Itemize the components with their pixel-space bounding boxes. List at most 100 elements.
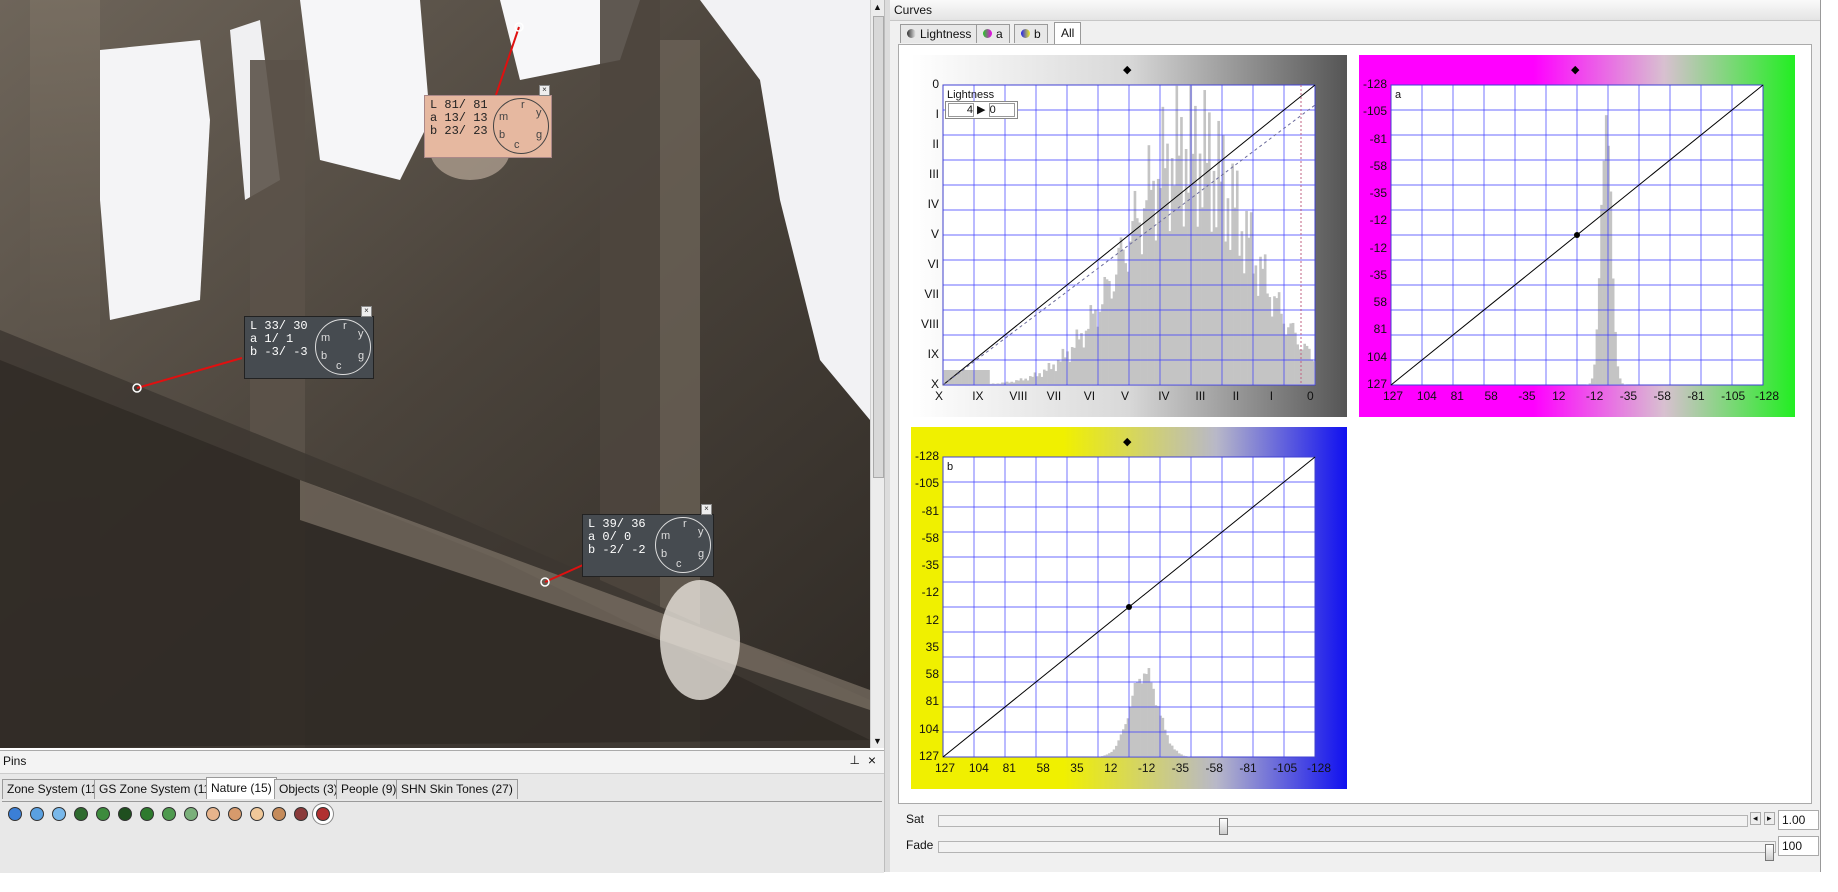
pin-icon[interactable]	[250, 807, 264, 821]
histogram-bar	[1154, 240, 1158, 385]
pin-icon[interactable]	[74, 807, 88, 821]
histogram-bar	[1135, 682, 1139, 757]
pin-icon[interactable]	[316, 807, 330, 821]
pin-icon[interactable]	[184, 807, 198, 821]
histogram-bar	[1094, 309, 1097, 385]
pin-readout-2[interactable]: × L 33/ 30 a 1/ 1 b -3/ -3 r m y g b c	[244, 306, 374, 379]
sat-label: Sat	[906, 812, 925, 826]
pin-icon[interactable]	[30, 807, 44, 821]
fade-label: Fade	[906, 838, 934, 852]
histogram-bar	[1294, 332, 1297, 385]
fade-slider-thumb[interactable]	[1765, 844, 1774, 861]
curve-graph[interactable]: ◆	[911, 427, 1347, 789]
histogram-bar	[1038, 373, 1041, 385]
histogram-bar	[1196, 226, 1200, 385]
pin-icon[interactable]	[272, 807, 286, 821]
y-tick-label: VI	[927, 257, 939, 271]
sat-decrement-icon[interactable]: ◂	[1750, 812, 1761, 825]
histogram-bar	[1087, 328, 1090, 385]
histogram-bar	[1115, 745, 1118, 757]
tab-zone-system[interactable]: Zone System (11)	[2, 779, 107, 799]
fade-slider[interactable]	[938, 841, 1776, 861]
lightness-output-value[interactable]: 0	[988, 103, 1015, 117]
pin-icon[interactable]	[8, 807, 22, 821]
histogram-bar	[1017, 380, 1021, 385]
y-tick-label: III	[928, 167, 939, 181]
tab-objects[interactable]: Objects (3)	[274, 779, 343, 799]
y-tick-label: -81	[1369, 131, 1387, 146]
pin-readout-1[interactable]: × L 81/ 81 a 13/ 13 b 23/ 23 r m y g b c	[424, 85, 552, 158]
histogram-bar	[1122, 729, 1125, 757]
fade-value[interactable]: 100	[1778, 836, 1819, 856]
tab-people[interactable]: People (9)	[336, 779, 402, 799]
histogram-bar	[1059, 361, 1062, 385]
sat-increment-icon[interactable]: ▸	[1764, 812, 1775, 825]
close-icon[interactable]: ×	[539, 85, 550, 96]
histogram-bar	[1001, 382, 1004, 385]
lightness-input-value[interactable]: 4	[948, 103, 974, 117]
sat-value[interactable]: 1.00	[1778, 810, 1819, 830]
color-dial-icon: r m y g b c	[315, 319, 371, 375]
tab-nature[interactable]: Nature (15)	[206, 777, 277, 799]
y-tick-label: V	[930, 227, 939, 241]
close-icon[interactable]: ×	[361, 306, 372, 317]
histogram-bar	[1291, 322, 1295, 385]
pin-icon[interactable]	[206, 807, 220, 821]
sat-slider[interactable]	[938, 815, 1748, 835]
histogram-bar	[1075, 329, 1079, 385]
histogram-bar	[1182, 226, 1186, 385]
pin-icon[interactable]	[294, 807, 308, 821]
histogram-bar	[1168, 231, 1172, 385]
tab-lightness[interactable]: Lightness	[900, 24, 979, 43]
scroll-down-arrow-icon[interactable]: ▼	[873, 736, 882, 746]
histogram-bar	[1105, 279, 1109, 385]
histogram-bar	[1259, 256, 1262, 385]
tab-b[interactable]: b	[1014, 24, 1048, 43]
close-icon[interactable]: ×	[701, 504, 712, 515]
histogram-bar	[1215, 227, 1218, 385]
panel-handle-icon: ◆	[1123, 436, 1132, 448]
y-tick-label: -58	[1369, 158, 1387, 173]
tab-shn-skin-tones[interactable]: SHN Skin Tones (27)	[396, 779, 518, 799]
close-icon[interactable]: ×	[868, 752, 876, 768]
pin-icon[interactable]	[96, 807, 110, 821]
histogram-bar	[1119, 734, 1123, 757]
scroll-up-arrow-icon[interactable]: ▲	[873, 2, 882, 12]
pin-readout-3[interactable]: × L 39/ 36 a 0/ 0 b -2/ -2 r m y g b c	[582, 504, 714, 577]
lightness-input-group: 4 ▶ 0	[945, 101, 1018, 119]
histogram-bar	[1133, 190, 1137, 385]
histogram-bar	[1242, 273, 1246, 385]
tab-all[interactable]: All	[1054, 22, 1082, 45]
image-vertical-scrollbar[interactable]: ▲ ▼	[870, 0, 885, 748]
histogram-bar	[1077, 339, 1081, 385]
color-dial-icon: r m y g b c	[493, 98, 549, 154]
histogram-bar	[1228, 249, 1232, 385]
pin-panel-icon[interactable]: ⊥	[850, 753, 860, 767]
x-tick-label: X	[935, 389, 944, 403]
histogram-bar	[1073, 347, 1076, 385]
scroll-thumb[interactable]	[873, 16, 884, 478]
histogram-bar	[1191, 153, 1195, 385]
curve-graph[interactable]: ◆	[1359, 55, 1795, 417]
tab-a[interactable]: a	[976, 24, 1010, 43]
y-tick-label: -128	[1362, 77, 1387, 91]
histogram-bar	[961, 370, 965, 385]
histogram-bar	[963, 370, 967, 385]
histogram-bar	[1142, 673, 1146, 757]
sat-slider-thumb[interactable]	[1219, 818, 1228, 835]
histogram-bar	[947, 370, 951, 385]
pin-icon[interactable]	[228, 807, 242, 821]
tab-gs-zone-system[interactable]: GS Zone System (11)	[94, 779, 220, 799]
y-tick-label: -12	[921, 585, 939, 600]
pin-icon[interactable]	[162, 807, 176, 821]
histogram-bar	[1166, 143, 1169, 385]
image-canvas[interactable]: × L 81/ 81 a 13/ 13 b 23/ 23 r m y g b c…	[0, 0, 870, 748]
pin-icon[interactable]	[52, 807, 66, 821]
x-tick-label: I	[1269, 389, 1274, 403]
y-tick-label: 58	[1373, 295, 1387, 310]
histogram-bar	[1005, 381, 1009, 385]
pin-icon[interactable]	[140, 807, 154, 821]
x-tick-label: 58	[1036, 761, 1050, 775]
histogram-bar	[1110, 298, 1114, 385]
pin-icon[interactable]	[118, 807, 132, 821]
